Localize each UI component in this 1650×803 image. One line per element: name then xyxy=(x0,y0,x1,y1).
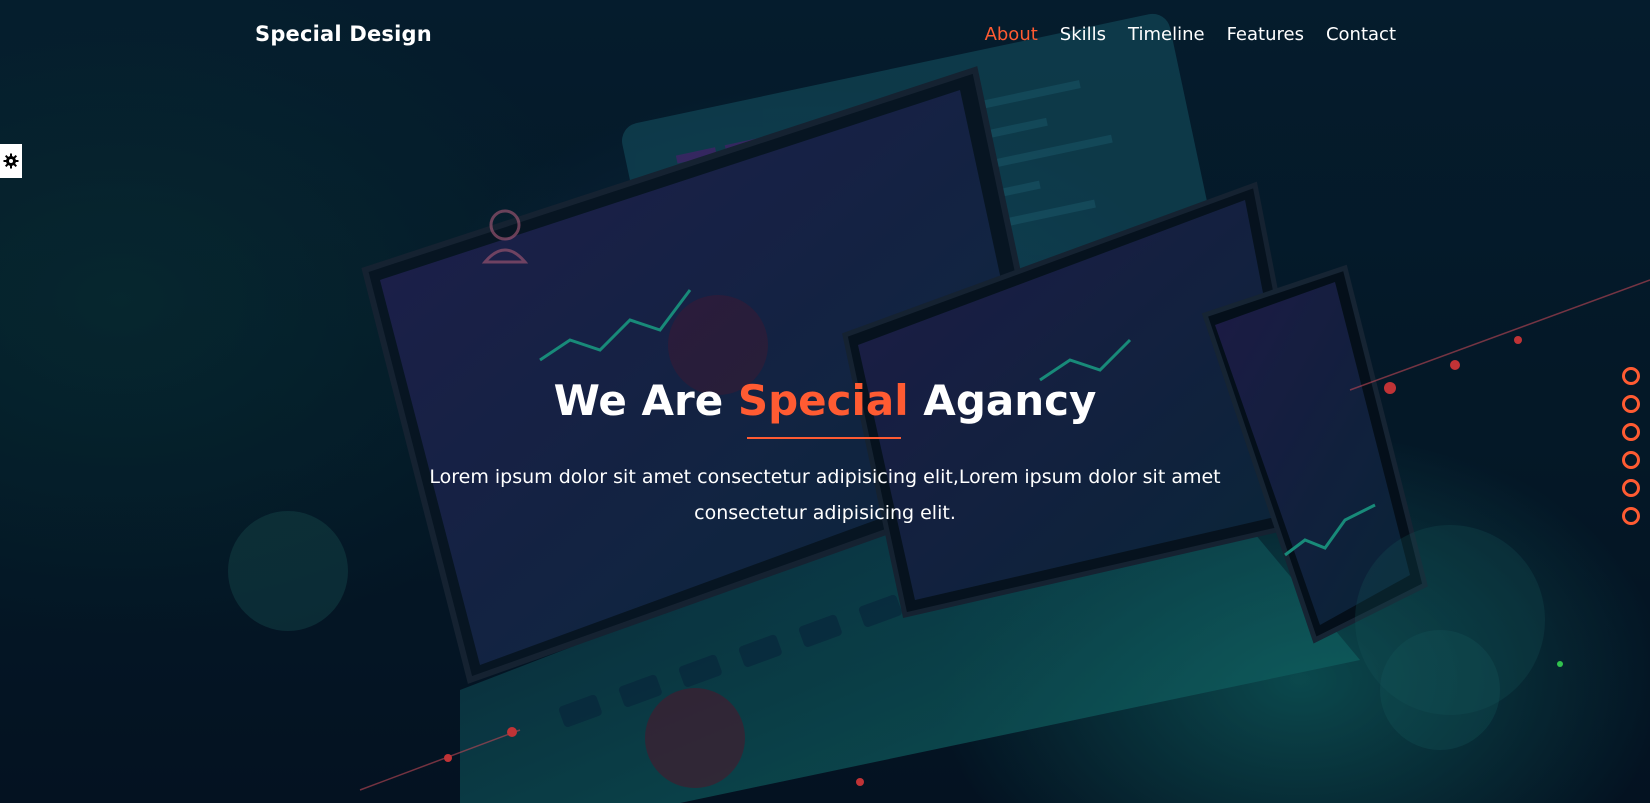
nav-item-contact[interactable]: Contact xyxy=(1326,24,1396,45)
settings-toggle-button[interactable] xyxy=(0,144,22,178)
main-nav: About Skills Timeline Features Contact xyxy=(963,24,1396,45)
bullet-6[interactable] xyxy=(1622,507,1640,525)
nav-item-about[interactable]: About xyxy=(985,24,1038,45)
site-header: Special Design About Skills Timeline Fea… xyxy=(0,0,1650,72)
hero-title-part2: Agancy xyxy=(908,376,1097,425)
hero-title: We Are Special Agancy xyxy=(0,375,1650,427)
brand-logo[interactable]: Special Design xyxy=(255,22,432,46)
bullet-1[interactable] xyxy=(1622,367,1640,385)
bullet-5[interactable] xyxy=(1622,479,1640,497)
section-bullets xyxy=(1622,367,1640,525)
hero-title-accent: Special xyxy=(737,376,909,425)
nav-item-skills[interactable]: Skills xyxy=(1060,24,1106,45)
hero-section: Special Design About Skills Timeline Fea… xyxy=(0,0,1650,803)
hero-description: Lorem ipsum dolor sit amet consectetur a… xyxy=(429,466,1221,524)
nav-item-features[interactable]: Features xyxy=(1227,24,1304,45)
bullet-2[interactable] xyxy=(1622,395,1640,413)
bullet-4[interactable] xyxy=(1622,451,1640,469)
title-underline xyxy=(747,437,901,439)
hero-title-part1: We Are xyxy=(553,376,738,425)
bullet-3[interactable] xyxy=(1622,423,1640,441)
hero-content: We Are Special Agancy Lorem ipsum dolor … xyxy=(0,375,1650,531)
gear-icon xyxy=(3,153,19,169)
nav-item-timeline[interactable]: Timeline xyxy=(1128,24,1205,45)
